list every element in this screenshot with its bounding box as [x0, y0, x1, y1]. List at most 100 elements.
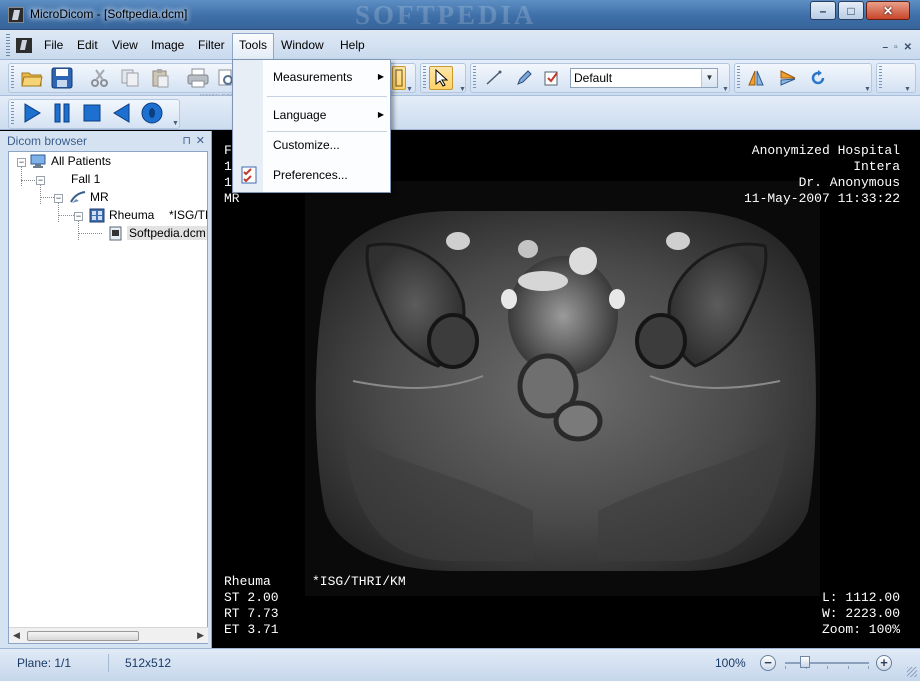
menu-edit[interactable]: Edit	[71, 33, 104, 57]
tree-collapse-toggle[interactable]: −	[74, 212, 83, 221]
tree-connector	[78, 233, 102, 234]
menu-item-measurements[interactable]: Measurements ▶	[264, 66, 390, 88]
menu-view[interactable]: View	[106, 33, 144, 57]
flip-horizontal-icon[interactable]	[744, 66, 768, 90]
menu-item-label: Language	[273, 108, 327, 122]
dicom-tree[interactable]: − All Patients − Fall 1 − MR − Rheuma *I…	[8, 151, 208, 644]
toolbar-grip[interactable]	[737, 66, 740, 88]
pause-icon[interactable]	[50, 101, 74, 125]
window-level-button[interactable]	[392, 66, 406, 90]
tree-collapse-toggle[interactable]: −	[36, 176, 45, 185]
close-button[interactable]: ✕	[866, 1, 910, 20]
document-icon[interactable]	[16, 38, 32, 53]
stop-icon[interactable]	[80, 101, 104, 125]
window-title: MicroDicom - [Softpedia.dcm]	[30, 7, 188, 21]
menu-item-language[interactable]: Language ▶	[264, 104, 390, 126]
resize-grip[interactable]	[907, 667, 917, 677]
open-folder-icon[interactable]	[20, 66, 44, 90]
toolbar-grip[interactable]	[473, 66, 476, 88]
tree-modality-mr[interactable]: MR	[90, 190, 109, 204]
cut-icon[interactable]	[88, 66, 112, 90]
dropdown-arrow-icon[interactable]: ▼	[459, 86, 467, 94]
tree-collapse-toggle[interactable]: −	[17, 158, 26, 167]
tree-file-softpedia-dcm[interactable]: Softpedia.dcm	[127, 226, 207, 240]
menu-item-label: Measurements	[273, 70, 353, 84]
previous-icon[interactable]	[110, 101, 134, 125]
dropdown-arrow-icon[interactable]: ▼	[406, 86, 414, 94]
dropdown-arrow-icon[interactable]: ▼	[172, 120, 180, 128]
select-pointer-icon[interactable]	[429, 66, 453, 90]
tree-series-description: *ISG/THRI/KM	[169, 208, 207, 222]
menu-item-preferences[interactable]: Preferences...	[264, 164, 390, 186]
status-bar: Plane: 1/1 512x512 100% − +	[0, 648, 920, 681]
record-icon[interactable]	[140, 101, 164, 125]
dropdown-arrow-icon[interactable]: ▼	[722, 86, 730, 94]
menu-help[interactable]: Help	[334, 33, 371, 57]
dicom-browser-header: Dicom browser ⊓ ✕	[7, 133, 209, 150]
zoom-in-button[interactable]: +	[876, 655, 892, 671]
overlay-series-name: Rheuma	[224, 574, 271, 589]
overlay-echo-time: ET 3.71	[224, 622, 279, 637]
flip-vertical-icon[interactable]	[776, 66, 800, 90]
annotation-icon[interactable]	[540, 66, 564, 90]
minimize-icon: –	[819, 3, 827, 18]
slider-tick	[827, 666, 828, 669]
mdi-minimize-button[interactable]: –	[883, 42, 889, 53]
copy-icon[interactable]	[118, 66, 142, 90]
play-icon[interactable]	[20, 101, 44, 125]
menu-image[interactable]: Image	[145, 33, 190, 57]
menu-bar: File Edit View Image Filter Tools Window…	[0, 30, 920, 60]
zoom-slider[interactable]	[785, 656, 869, 669]
tree-root-all-patients[interactable]: All Patients	[51, 154, 111, 168]
print-icon[interactable]	[186, 66, 210, 90]
zoom-out-button[interactable]: −	[760, 655, 776, 671]
menu-tools[interactable]: Tools	[232, 33, 275, 60]
save-icon[interactable]	[50, 66, 74, 90]
tree-series-rheuma[interactable]: Rheuma	[109, 208, 154, 222]
title-bar[interactable]: MicroDicom - [Softpedia.dcm] SOFTPEDIA –…	[0, 0, 920, 30]
tree-collapse-toggle[interactable]: −	[54, 194, 63, 203]
toolbar-grip[interactable]	[423, 66, 426, 88]
scroll-right-icon[interactable]: ▶	[197, 630, 204, 641]
toolbar-grip[interactable]	[879, 66, 882, 88]
toolbar-grip[interactable]	[11, 66, 14, 88]
preset-combo[interactable]: Default ▼	[570, 68, 718, 88]
menu-filter[interactable]: Filter	[192, 33, 231, 57]
app-icon[interactable]	[8, 7, 24, 23]
mdi-controls: – ▫ ✕	[883, 42, 913, 53]
zoom-slider-thumb[interactable]	[800, 656, 810, 668]
mdi-close-button[interactable]: ✕	[904, 42, 912, 53]
mri-pelvis-scan[interactable]	[213, 131, 920, 648]
close-icon: ✕	[882, 3, 894, 18]
softpedia-watermark: SOFTPEDIA	[355, 0, 537, 30]
overlay-zoom: Zoom: 100%	[821, 622, 900, 637]
maximize-button[interactable]: □	[838, 1, 864, 20]
rotate-icon[interactable]	[806, 66, 830, 90]
overlay-series-description: *ISG/THRI/KM	[312, 574, 406, 589]
dropdown-arrow-icon[interactable]: ▼	[904, 86, 912, 94]
menu-file[interactable]: File	[38, 33, 69, 57]
dropdown-arrow-icon[interactable]: ▼	[864, 86, 872, 94]
scroll-left-icon[interactable]: ◀	[13, 630, 20, 641]
pin-icon[interactable]: ⊓	[182, 133, 191, 150]
tree-patient-fall-1[interactable]: Fall 1	[71, 172, 100, 186]
overlay-top-left-3: 1	[224, 175, 232, 190]
tree-connector	[78, 220, 79, 240]
minimize-button[interactable]: –	[810, 1, 836, 20]
submenu-arrow-icon: ▶	[377, 72, 384, 81]
overlay-top-left-2: 1	[224, 159, 232, 174]
pen-icon[interactable]	[512, 66, 536, 90]
toolbar-grip[interactable]	[11, 102, 14, 124]
tree-horizontal-scrollbar[interactable]: ◀ ▶	[9, 627, 208, 643]
paste-icon[interactable]	[148, 66, 172, 90]
chevron-down-icon[interactable]: ▼	[701, 69, 717, 87]
close-icon[interactable]: ✕	[196, 133, 205, 150]
menu-window[interactable]: Window	[275, 33, 330, 57]
image-viewport[interactable]: F 1 1 MR Anonymized Hospital Intera Dr. …	[213, 131, 920, 648]
line-measure-icon[interactable]	[482, 66, 506, 90]
menu-item-customize[interactable]: Customize...	[264, 134, 390, 156]
menubar-grip[interactable]	[6, 34, 10, 56]
playback-toolbar: ▼	[0, 96, 920, 130]
mdi-restore-button[interactable]: ▫	[894, 42, 898, 53]
scrollbar-thumb[interactable]	[27, 631, 139, 641]
